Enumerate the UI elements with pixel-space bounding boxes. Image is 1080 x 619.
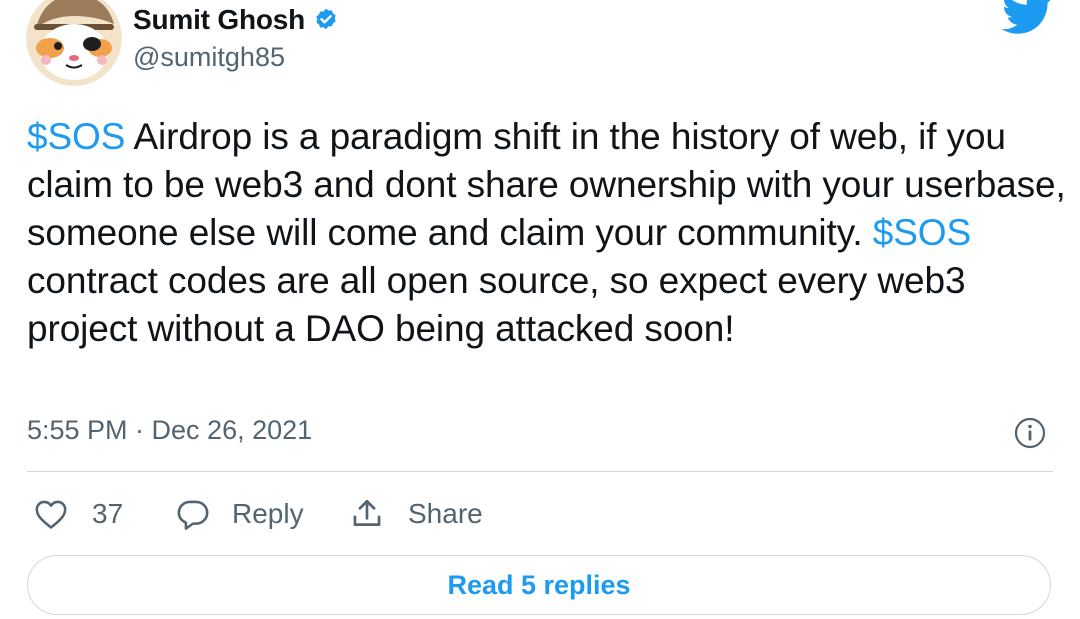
- tweet-text-segment: contract codes are all open source, so e…: [27, 260, 966, 349]
- tweet-timestamp[interactable]: 5:55 PM · Dec 26, 2021: [27, 415, 312, 446]
- reply-bubble-icon: [176, 498, 210, 530]
- like-count: 37: [92, 498, 124, 529]
- reply-button[interactable]: Reply: [176, 492, 304, 536]
- twitter-bird-icon[interactable]: [1001, 0, 1054, 36]
- share-label: Share: [408, 498, 483, 529]
- verified-badge-icon: [313, 7, 339, 33]
- heart-icon: [34, 498, 68, 530]
- avatar[interactable]: [26, 0, 122, 86]
- share-button[interactable]: Share: [350, 492, 483, 536]
- tweet-card: Sumit Ghosh @sumitgh85 $SOS Airdrop is a…: [0, 0, 1080, 619]
- author-display-name[interactable]: Sumit Ghosh: [133, 4, 305, 36]
- like-button[interactable]: 37: [34, 492, 123, 536]
- share-upload-icon: [350, 497, 384, 531]
- cashtag-link[interactable]: $SOS: [27, 116, 125, 157]
- read-replies-button[interactable]: Read 5 replies: [27, 555, 1051, 615]
- info-icon[interactable]: [1014, 417, 1046, 449]
- divider: [27, 471, 1053, 472]
- author-name-row: Sumit Ghosh: [133, 2, 339, 38]
- author-handle[interactable]: @sumitgh85: [133, 42, 285, 73]
- reply-label: Reply: [232, 498, 304, 529]
- tweet-text: $SOS Airdrop is a paradigm shift in the …: [27, 113, 1067, 353]
- cashtag-link[interactable]: $SOS: [873, 212, 971, 253]
